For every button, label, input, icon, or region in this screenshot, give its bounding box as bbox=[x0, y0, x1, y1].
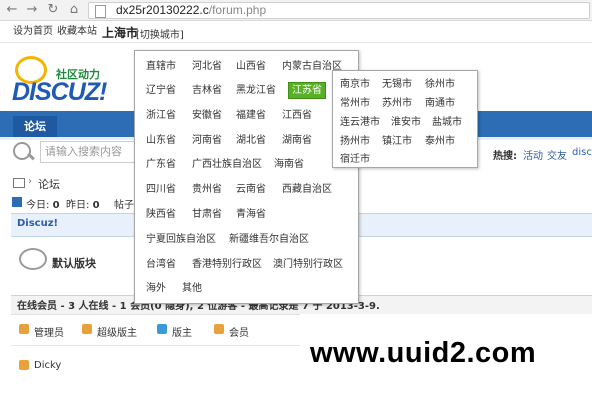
url-path: /forum.php bbox=[208, 3, 267, 17]
city-item[interactable]: 镇江市 bbox=[382, 135, 412, 148]
hot-search-label: 热搜: bbox=[493, 151, 517, 162]
logo[interactable]: DISCUZ! bbox=[12, 78, 107, 107]
province-item[interactable]: 台湾省 bbox=[146, 258, 176, 271]
nav-item-forum[interactable]: 论坛 bbox=[13, 116, 57, 137]
stat-yesterday-label: 昨日: bbox=[66, 200, 90, 211]
hot-search-item[interactable]: 活动 bbox=[523, 147, 543, 162]
city-item[interactable]: 南京市 bbox=[340, 78, 370, 91]
province-item[interactable]: 江西省 bbox=[282, 109, 312, 122]
city-item[interactable]: 苏州市 bbox=[382, 97, 412, 110]
province-item[interactable]: 四川省 bbox=[146, 183, 176, 196]
category-title[interactable]: Discuz! bbox=[17, 218, 58, 229]
stat-today-label: 今日: bbox=[26, 200, 50, 211]
forum-bubble-icon bbox=[19, 248, 47, 270]
city-popup: 南京市 无锡市 徐州市 常州市 苏州市 南通市 连云港市 淮安市 盐城市 扬州市… bbox=[332, 70, 478, 168]
forward-arrow-icon[interactable]: → bbox=[24, 2, 40, 18]
province-popup: 直辖市 河北省 山西省 内蒙古自治区 辽宁省 吉林省 黑龙江省 江苏省 浙江省 … bbox=[134, 50, 359, 304]
province-item[interactable]: 安徽省 bbox=[192, 109, 222, 122]
breadcrumb-forum[interactable]: 论坛 bbox=[38, 176, 60, 192]
member-group-icon bbox=[214, 324, 224, 334]
province-item[interactable]: 新疆维吾尔自治区 bbox=[229, 233, 309, 246]
province-item[interactable]: 直辖市 bbox=[146, 60, 176, 73]
city-item[interactable]: 连云港市 bbox=[340, 116, 380, 129]
stat-posts-label: 帖子 bbox=[114, 200, 134, 211]
province-item[interactable]: 福建省 bbox=[236, 109, 266, 122]
mod-group-icon bbox=[157, 324, 167, 334]
province-item[interactable]: 山东省 bbox=[146, 134, 176, 147]
group-label: 超级版主 bbox=[97, 328, 137, 339]
user-icon bbox=[19, 360, 29, 370]
hot-search-item[interactable]: 交友 bbox=[547, 147, 567, 162]
province-item[interactable]: 云南省 bbox=[236, 183, 266, 196]
province-item[interactable]: 广东省 bbox=[146, 158, 176, 171]
chevron-right-icon: › bbox=[28, 176, 32, 187]
url-host: dx25r20130222.c bbox=[116, 3, 209, 17]
city-item[interactable]: 扬州市 bbox=[340, 135, 370, 148]
province-item[interactable]: 香港特别行政区 bbox=[192, 258, 262, 271]
province-item[interactable]: 海外 bbox=[146, 282, 166, 295]
forum-name[interactable]: 默认版块 bbox=[52, 255, 96, 271]
hot-search-item[interactable]: discu bbox=[572, 147, 592, 158]
switch-city-link[interactable]: [切换城市] bbox=[136, 26, 184, 41]
province-item[interactable]: 浙江省 bbox=[146, 109, 176, 122]
city-item[interactable]: 淮安市 bbox=[391, 116, 421, 129]
divider bbox=[11, 345, 311, 346]
group-label: 管理员 bbox=[34, 328, 64, 339]
stat-yesterday-value: 0 bbox=[92, 200, 100, 211]
city-item[interactable]: 泰州市 bbox=[425, 135, 455, 148]
province-item[interactable]: 青海省 bbox=[236, 208, 266, 221]
province-item[interactable]: 甘肃省 bbox=[192, 208, 222, 221]
url-text: dx25r20130222.c/forum.php bbox=[116, 3, 266, 17]
search-icon[interactable] bbox=[13, 142, 31, 160]
province-item[interactable]: 山西省 bbox=[236, 60, 266, 73]
province-item[interactable]: 澳门特别行政区 bbox=[273, 258, 343, 271]
city-item[interactable]: 南通市 bbox=[425, 97, 455, 110]
province-item[interactable]: 西藏自治区 bbox=[282, 183, 332, 196]
province-item[interactable]: 吉林省 bbox=[192, 84, 222, 97]
watermark-text: www.uuid2.com bbox=[310, 337, 537, 369]
city-item[interactable]: 盐城市 bbox=[432, 116, 462, 129]
province-item[interactable]: 贵州省 bbox=[192, 183, 222, 196]
province-item-selected[interactable]: 江苏省 bbox=[288, 82, 326, 99]
current-city: 上海市 bbox=[102, 26, 139, 40]
group-label: 会员 bbox=[229, 328, 249, 339]
group-label: 版主 bbox=[172, 328, 192, 339]
city-item[interactable]: 无锡市 bbox=[382, 78, 412, 91]
city-item[interactable]: 宿迁市 bbox=[340, 153, 370, 166]
online-user[interactable]: Dicky bbox=[34, 360, 61, 371]
province-item[interactable]: 广西壮族自治区 bbox=[192, 158, 262, 171]
bookmark-link[interactable]: 收藏本站 bbox=[57, 26, 97, 38]
province-item[interactable]: 宁夏回族自治区 bbox=[146, 233, 216, 246]
home-icon[interactable]: ⌂ bbox=[66, 2, 82, 18]
divider bbox=[0, 42, 592, 43]
reload-icon[interactable]: ↻ bbox=[45, 2, 61, 18]
province-item[interactable]: 黑龙江省 bbox=[236, 84, 276, 97]
province-item[interactable]: 陕西省 bbox=[146, 208, 176, 221]
province-item[interactable]: 河南省 bbox=[192, 134, 222, 147]
province-item[interactable]: 辽宁省 bbox=[146, 84, 176, 97]
city-item[interactable]: 常州市 bbox=[340, 97, 370, 110]
set-home-link[interactable]: 设为首页 bbox=[13, 26, 53, 38]
admin-group-icon bbox=[19, 324, 29, 334]
stat-yesterday: 昨日: 0 bbox=[66, 196, 100, 211]
back-arrow-icon[interactable]: ← bbox=[4, 2, 20, 18]
super-mod-group-icon bbox=[82, 324, 92, 334]
home-icon[interactable] bbox=[13, 178, 25, 188]
page-icon bbox=[95, 5, 106, 18]
chart-icon bbox=[12, 197, 22, 207]
province-item[interactable]: 湖南省 bbox=[282, 134, 312, 147]
stat-today: 今日: 0 bbox=[26, 196, 60, 211]
search-icon-handle bbox=[27, 152, 35, 161]
province-item[interactable]: 其他 bbox=[182, 282, 202, 295]
province-item[interactable]: 湖北省 bbox=[236, 134, 266, 147]
stat-today-value: 0 bbox=[52, 200, 60, 211]
province-item[interactable]: 海南省 bbox=[274, 158, 304, 171]
city-item[interactable]: 徐州市 bbox=[425, 78, 455, 91]
province-item[interactable]: 河北省 bbox=[192, 60, 222, 73]
